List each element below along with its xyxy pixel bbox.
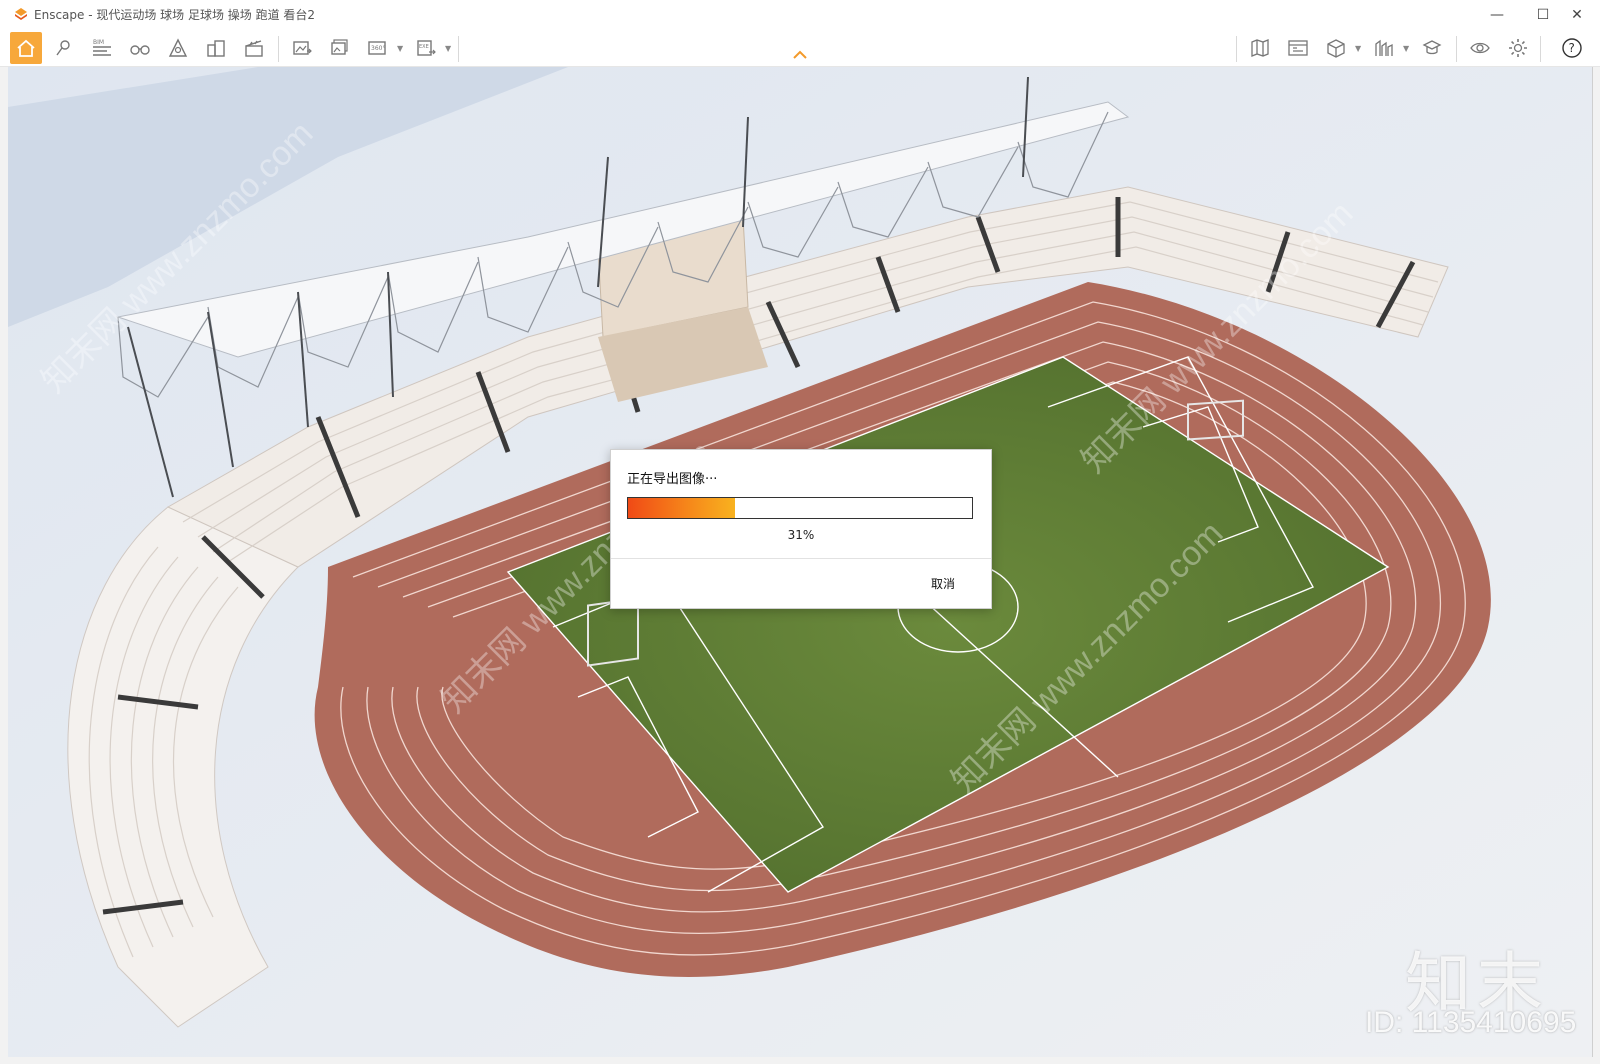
svg-text:360°: 360° (371, 45, 385, 52)
terrain-button[interactable] (162, 32, 194, 64)
pin-button[interactable] (48, 32, 80, 64)
pin-icon (56, 40, 70, 56)
help-button[interactable]: ? (1556, 32, 1588, 64)
chart-dropdown-caret-icon[interactable]: ▼ (1403, 44, 1409, 53)
svg-text:EXE: EXE (419, 44, 429, 50)
batch-export-button[interactable] (324, 32, 356, 64)
window-title: Enscape - 现代运动场 球场 足球场 操场 跑道 看台2 (34, 8, 316, 22)
clapper-icon (245, 40, 263, 57)
eye-icon (1470, 42, 1490, 54)
bim-icon: BIM (93, 39, 111, 56)
toolbar-divider (278, 36, 279, 62)
bim-button[interactable]: BIM (86, 32, 118, 64)
svg-text:BIM: BIM (93, 39, 104, 46)
eye-button[interactable] (1464, 32, 1496, 64)
export-progress-fill (628, 498, 735, 518)
cap-icon (1422, 40, 1442, 55)
dialog-title: 正在导出图像··· (627, 472, 718, 487)
minimize-button[interactable]: — (1474, 0, 1520, 30)
enscape-logo-icon (15, 8, 27, 20)
exe-dropdown-caret-icon[interactable]: ▼ (445, 44, 451, 53)
enscape-window: Enscape - 现代运动场 球场 足球场 操场 跑道 看台2 — ☐ ✕ B… (0, 0, 1600, 1064)
asset-library-icon (1288, 40, 1308, 56)
export-progress-bar (627, 497, 973, 519)
chart-button[interactable] (1368, 32, 1400, 64)
asset-library-button[interactable] (1282, 32, 1314, 64)
panorama-360-icon: 360° (368, 41, 386, 55)
map-icon (1251, 39, 1269, 57)
title-bar: Enscape - 现代运动场 球场 足球场 操场 跑道 看台2 — ☐ ✕ (0, 0, 1600, 30)
map-button[interactable] (1244, 32, 1276, 64)
right-window-edge (1592, 67, 1600, 1057)
clapper-button[interactable] (238, 32, 270, 64)
progress-percent-label: 31% (787, 528, 815, 542)
export-image-button[interactable] (286, 32, 318, 64)
toolbar: BIM 360° ▼ EXE ▼ ▼ ▼ ? (0, 30, 1600, 67)
home-button[interactable] (10, 32, 42, 64)
close-button[interactable]: ✕ (1554, 0, 1600, 30)
cube-button[interactable] (1320, 32, 1352, 64)
panorama-dropdown-caret-icon[interactable]: ▼ (397, 44, 403, 53)
binoculars-button[interactable] (124, 32, 156, 64)
bottom-window-edge (0, 1057, 1600, 1064)
svg-text:?: ? (1569, 41, 1575, 55)
home-icon (17, 39, 35, 57)
settings-button[interactable] (1502, 32, 1534, 64)
buildings-icon (207, 40, 225, 57)
toolbar-divider (458, 36, 459, 62)
export-progress-dialog: 正在导出图像··· 31% 取消 (610, 449, 992, 609)
gear-icon (1509, 39, 1527, 57)
help-icon: ? (1562, 38, 1582, 58)
id-watermark: ID: 1135410695 (1365, 1006, 1577, 1039)
toolbar-divider (1236, 36, 1237, 62)
export-exe-icon: EXE (417, 40, 436, 56)
batch-export-icon (331, 39, 348, 55)
cube-icon (1327, 39, 1345, 58)
panorama-button[interactable]: 360° (362, 32, 394, 64)
buildings-button[interactable] (200, 32, 232, 64)
export-exe-button[interactable]: EXE (410, 32, 442, 64)
export-image-icon (293, 41, 312, 55)
binoculars-icon (130, 45, 150, 55)
cube-dropdown-caret-icon[interactable]: ▼ (1355, 44, 1361, 53)
chart-icon (1375, 39, 1393, 56)
terrain-icon (168, 38, 188, 57)
toolbar-divider (1456, 36, 1457, 62)
cap-button[interactable] (1416, 32, 1448, 64)
cancel-button[interactable]: 取消 (911, 570, 975, 596)
dialog-divider (611, 558, 991, 559)
collapse-toolbar-arrow-icon[interactable] (792, 50, 808, 60)
toolbar-divider (1540, 36, 1541, 62)
